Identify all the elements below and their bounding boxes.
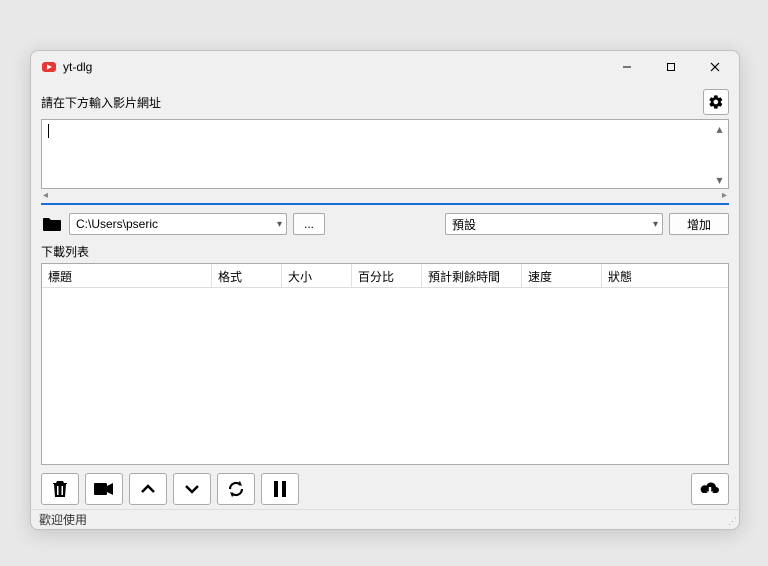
table-body[interactable] — [42, 288, 728, 464]
col-speed[interactable]: 速度 — [522, 264, 602, 287]
section-divider — [41, 203, 729, 205]
chevron-up-icon — [140, 483, 156, 495]
resize-grip[interactable]: ⋰ — [728, 516, 735, 527]
scroll-left-icon: ◂ — [43, 190, 48, 201]
col-size[interactable]: 大小 — [282, 264, 352, 287]
status-text: 歡迎使用 — [39, 511, 87, 528]
col-status[interactable]: 狀態 — [602, 264, 728, 287]
settings-button[interactable] — [703, 89, 729, 115]
refresh-icon — [227, 480, 245, 498]
format-select[interactable]: 預設 ▾ — [445, 213, 663, 235]
url-label: 請在下方輸入影片網址 — [41, 94, 161, 111]
scroll-right-icon: ▸ — [722, 190, 727, 201]
move-down-button[interactable] — [173, 473, 211, 505]
format-value: 預設 — [452, 216, 476, 233]
col-pct[interactable]: 百分比 — [352, 264, 422, 287]
browse-button[interactable]: ... — [293, 213, 325, 235]
url-input[interactable]: ▴ ▾ — [41, 119, 729, 189]
app-icon — [41, 59, 57, 75]
move-up-button[interactable] — [129, 473, 167, 505]
maximize-button[interactable] — [649, 52, 693, 82]
table-header: 標題 格式 大小 百分比 預計剩餘時間 速度 狀態 — [42, 264, 728, 288]
scroll-down-icon[interactable]: ▾ — [711, 171, 728, 188]
path-select[interactable]: C:\Users\pseric ▾ — [69, 213, 287, 235]
gear-icon — [708, 94, 724, 110]
browse-label: ... — [304, 217, 314, 231]
delete-button[interactable] — [41, 473, 79, 505]
trash-icon — [52, 480, 68, 498]
camera-icon — [94, 482, 114, 496]
chevron-down-icon — [184, 483, 200, 495]
content-area: 請在下方輸入影片網址 ▴ ▾ ◂ ▸ C:\Users\pseric ▾ — [31, 83, 739, 509]
minimize-button[interactable] — [605, 52, 649, 82]
app-window: yt-dlg 請在下方輸入影片網址 ▴ ▾ ◂ ▸ — [30, 50, 740, 530]
add-label: 增加 — [687, 216, 711, 233]
cloud-download-icon — [699, 481, 721, 497]
status-bar: 歡迎使用 ⋰ — [31, 509, 739, 529]
scroll-up-icon[interactable]: ▴ — [711, 120, 728, 137]
chevron-down-icon: ▾ — [277, 219, 282, 230]
download-table: 標題 格式 大小 百分比 預計剩餘時間 速度 狀態 — [41, 263, 729, 465]
text-caret — [48, 124, 49, 138]
horizontal-scrollbar[interactable]: ◂ ▸ — [41, 189, 729, 201]
add-button[interactable]: 增加 — [669, 213, 729, 235]
reload-button[interactable] — [217, 473, 255, 505]
close-button[interactable] — [693, 52, 737, 82]
col-eta[interactable]: 預計剩餘時間 — [422, 264, 522, 287]
col-title[interactable]: 標題 — [42, 264, 212, 287]
download-button[interactable] — [691, 473, 729, 505]
col-format[interactable]: 格式 — [212, 264, 282, 287]
pause-button[interactable] — [261, 473, 299, 505]
window-title: yt-dlg — [63, 60, 92, 74]
path-value: C:\Users\pseric — [76, 217, 158, 231]
chevron-down-icon: ▾ — [653, 219, 658, 230]
folder-icon — [41, 213, 63, 235]
pause-icon — [273, 481, 287, 497]
play-button[interactable] — [85, 473, 123, 505]
titlebar: yt-dlg — [31, 51, 739, 83]
list-label: 下載列表 — [41, 243, 729, 260]
